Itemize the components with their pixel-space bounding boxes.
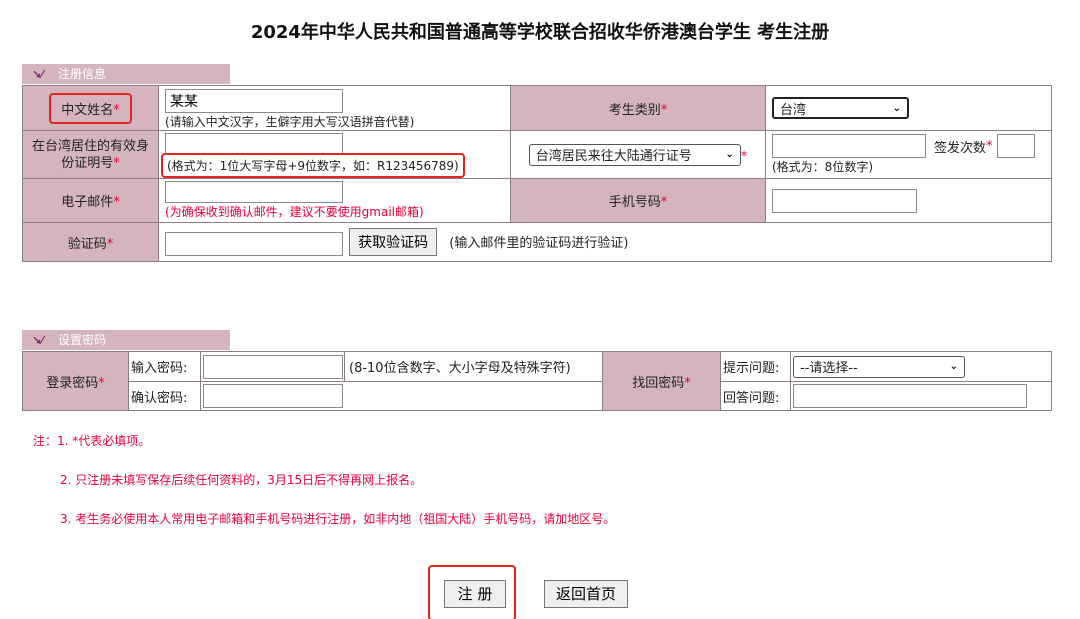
email-input-cell: (为确保收到确认邮件，建议不要使用gmail邮箱) (158, 178, 511, 223)
required-mark: * (98, 375, 105, 391)
category-label: 考生类别 (608, 102, 661, 118)
enter-pwd-label: 输入密码: (128, 351, 201, 382)
required-mark: * (660, 102, 668, 118)
confirm-password-input[interactable] (203, 384, 343, 408)
answer-input[interactable] (793, 384, 1027, 408)
required-mark: * (740, 149, 748, 164)
recover-label-cell: 找回密码* (602, 351, 721, 411)
permit-cell: 签发次数 * (格式为：8位数字) (765, 130, 1052, 179)
login-pwd-label-cell: 登录密码* (22, 351, 129, 411)
back-home-button[interactable]: 返回首页 (544, 580, 628, 608)
arrow-corner-icon: ↘⁄ (32, 68, 44, 81)
chevron-down-icon: ⌄ (725, 149, 734, 160)
id-label: 在台湾居住的有效身份证明号 (31, 138, 149, 171)
code-label: 验证码 (67, 236, 107, 252)
register-button[interactable]: 注 册 (444, 580, 506, 608)
required-mark: * (660, 195, 668, 210)
permit-number-input[interactable] (772, 134, 926, 158)
id-hint: (格式为：1位大写字母+9位数字，如：R123456789) (167, 159, 459, 173)
category-value: 台湾 (780, 102, 807, 118)
email-label: 电子邮件 (61, 195, 114, 210)
note-1: 注：1. *代表必填项。 (33, 434, 151, 448)
required-mark: * (106, 236, 114, 252)
section-title: 设置密码 (58, 333, 107, 347)
required-mark: * (986, 138, 993, 154)
category-cell: 台湾 ⌄ (765, 85, 1052, 131)
issue-count-input[interactable] (996, 134, 1035, 158)
required-mark: * (113, 155, 120, 171)
name-input-cell: (请输入中文汉字，生僻字用大写汉语拼音代替) (158, 85, 511, 131)
email-hint: (为确保收到确认邮件，建议不要使用gmail邮箱) (165, 205, 424, 219)
required-mark: * (684, 375, 691, 391)
phone-label-cell: 手机号码* (510, 178, 766, 223)
note-3: 3. 考生务必使用本人常用电子邮箱和手机号码进行注册，如非内地（祖国大陆）手机号… (60, 512, 616, 526)
question-value: --请选择-- (800, 361, 858, 376)
id-input-cell: (格式为：1位大写字母+9位数字，如：R123456789) (158, 130, 511, 179)
permit-type-value: 台湾居民来往大陆通行证号 (535, 149, 692, 164)
question-select[interactable]: --请选择-- ⌄ (793, 355, 965, 378)
category-select[interactable]: 台湾 ⌄ (772, 97, 909, 119)
id-hint-highlight: (格式为：1位大写字母+9位数字，如：R123456789) (161, 153, 465, 178)
enter-pwd-hint: (8-10位含数字、大小字母及特殊字符) (344, 351, 603, 382)
login-pwd-label: 登录密码 (46, 375, 99, 391)
phone-label: 手机号码 (608, 195, 661, 210)
name-label-highlight: 中文姓名* (49, 92, 132, 124)
code-cell: 获取验证码 (输入邮件里的验证码进行验证) (158, 222, 1052, 262)
id-input[interactable] (165, 133, 343, 155)
question-label: 提示问题: (720, 351, 791, 382)
confirm-pwd-cell (200, 381, 603, 411)
note-2: 2. 只注册未填写保存后续任何资料的，3月15日后不得再网上报名。 (60, 473, 423, 487)
permit-hint: (格式为：8位数字) (772, 160, 873, 174)
chevron-down-icon: ⌄ (949, 361, 958, 372)
name-label-cell: 中文姓名* (22, 85, 159, 131)
enter-password-input[interactable] (203, 354, 343, 379)
permit-type-select[interactable]: 台湾居民来往大陆通行证号 ⌄ (528, 143, 741, 166)
registration-table: 中文姓名* (请输入中文汉字，生僻字用大写汉语拼音代替) 考生类别* 台湾 ⌄ … (22, 85, 1052, 262)
page-title: 2024年中华人民共和国普通高等学校联合招收华侨港澳台学生 考生注册 (250, 22, 830, 43)
question-cell: --请选择-- ⌄ (790, 351, 1052, 382)
email-input[interactable] (165, 181, 343, 203)
chevron-down-icon: ⌄ (892, 102, 901, 114)
code-label-cell: 验证码* (22, 222, 159, 262)
enter-pwd-cell (200, 351, 345, 382)
get-code-button[interactable]: 获取验证码 (349, 228, 438, 256)
arrow-corner-icon: ↘⁄ (32, 334, 44, 347)
required-mark: * (113, 102, 120, 118)
confirm-pwd-label: 确认密码: (128, 381, 201, 411)
issue-count-label: 签发次数 (934, 140, 987, 156)
password-table: 登录密码* 输入密码: (8-10位含数字、大小字母及特殊字符) 找回密码* 提… (22, 351, 1052, 411)
code-hint: (输入邮件里的验证码进行验证) (449, 236, 629, 251)
section-title: 注册信息 (58, 67, 107, 81)
answer-label: 回答问题: (720, 381, 791, 411)
email-label-cell: 电子邮件* (22, 178, 159, 223)
required-mark: * (113, 195, 120, 210)
permit-type-cell: 台湾居民来往大陆通行证号 ⌄ * (510, 130, 766, 179)
name-label: 中文姓名 (61, 102, 114, 118)
category-label-cell: 考生类别* (510, 85, 766, 131)
code-input[interactable] (165, 231, 343, 256)
name-hint: (请输入中文汉字，生僻字用大写汉语拼音代替) (165, 114, 415, 129)
name-input[interactable] (165, 88, 343, 113)
answer-cell (790, 381, 1052, 411)
section-tab-password: ↘⁄ 设置密码 (22, 330, 230, 350)
phone-input[interactable] (772, 188, 917, 213)
phone-input-cell (765, 178, 1052, 223)
section-tab-registration: ↘⁄ 注册信息 (22, 64, 230, 84)
recover-label: 找回密码 (632, 375, 685, 391)
id-label-cell: 在台湾居住的有效身份证明号* (22, 130, 159, 179)
